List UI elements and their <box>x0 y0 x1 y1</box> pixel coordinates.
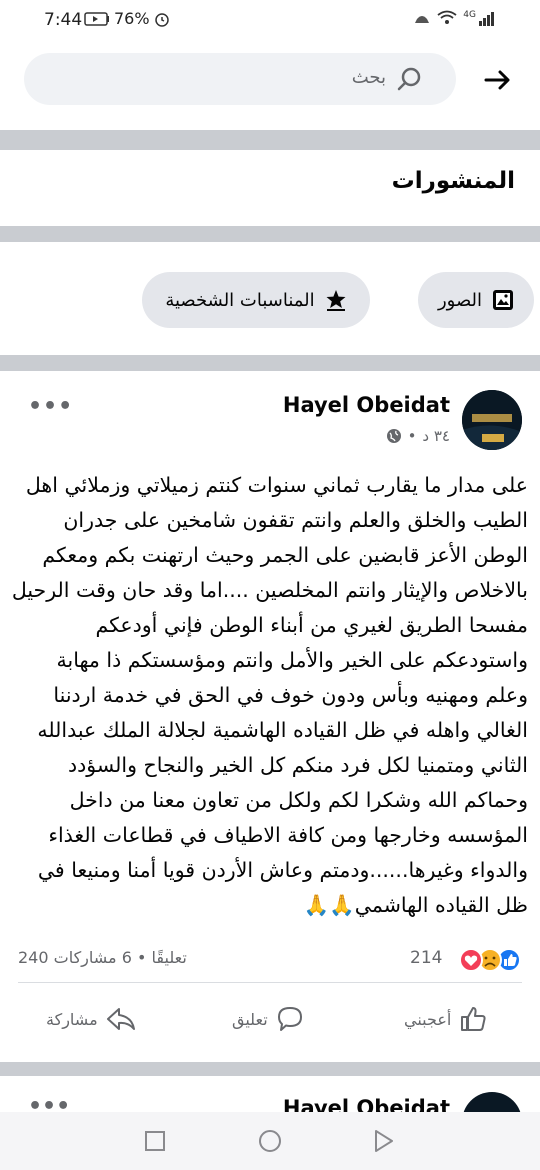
photos-chip-label: الصور <box>437 289 483 311</box>
back-arrow-icon[interactable] <box>484 68 512 92</box>
section-divider <box>0 226 540 242</box>
page-title: المنشورات <box>391 168 515 194</box>
status-bar: 7:44 76% 4G <box>0 0 540 40</box>
back-icon[interactable] <box>372 1128 396 1154</box>
author-avatar[interactable] <box>462 390 522 450</box>
status-right-icons: 4G <box>413 10 496 26</box>
status-time: 7:44 <box>44 10 83 30</box>
search-header: بحث <box>0 40 540 130</box>
signal-icon <box>479 12 494 26</box>
photos-chip[interactable]: الصور <box>418 272 534 328</box>
wifi-icon <box>437 10 457 24</box>
reaction-icons[interactable] <box>446 946 522 974</box>
section-divider <box>0 355 540 371</box>
post-actions: أعجبني تعليق مشاركة <box>0 995 540 1055</box>
search-placeholder: بحث <box>351 67 386 88</box>
photos-icon <box>493 290 514 310</box>
share-button[interactable]: مشاركة <box>46 1005 136 1033</box>
comment-label: تعليق <box>232 1009 268 1029</box>
search-icon <box>397 67 421 91</box>
alarm-icon <box>154 12 169 27</box>
section-divider <box>0 130 540 150</box>
comment-icon <box>277 1007 302 1031</box>
comment-button[interactable]: تعليق <box>232 1005 304 1033</box>
like-button[interactable]: أعجبني <box>404 1005 487 1033</box>
avatar-image <box>462 390 522 450</box>
thumbs-up-icon <box>461 1007 486 1031</box>
post-more-options-icon[interactable]: ••• <box>28 394 73 419</box>
meta-dot: • <box>407 427 417 445</box>
post-divider <box>18 982 522 983</box>
share-label: مشاركة <box>46 1009 98 1029</box>
status-left-icons: 76% <box>84 9 170 28</box>
life-events-chip-label: المناسبات الشخصية <box>165 289 315 311</box>
post-body-text: على مدار ما يقارب ثماني سنوات كنتم زميلا… <box>11 473 528 917</box>
recent-apps-icon[interactable] <box>144 1130 166 1152</box>
star-flag-icon <box>326 290 346 311</box>
network-type: 4G <box>463 10 476 20</box>
share-icon <box>106 1008 135 1030</box>
reactions-row: 240 تعليقًا • 6 مشاركات 214 <box>0 940 540 980</box>
search-input[interactable]: بحث <box>24 53 456 105</box>
life-events-chip[interactable]: المناسبات الشخصية <box>142 272 370 328</box>
post-time: ٣٤ د <box>422 427 450 445</box>
post-author-name[interactable]: Hayel Obeidat <box>283 393 450 417</box>
system-nav-bar <box>0 1112 540 1170</box>
post-meta: • ٣٤ د <box>386 427 450 445</box>
battery-saver-icon <box>84 11 109 26</box>
notification-icon <box>415 16 430 23</box>
globe-icon <box>386 429 401 443</box>
comments-shares-count[interactable]: 240 تعليقًا • 6 مشاركات <box>18 948 187 967</box>
battery-percent: 76% <box>114 9 150 28</box>
home-icon[interactable] <box>257 1128 283 1154</box>
like-label: أعجبني <box>404 1009 452 1029</box>
reactions-count[interactable]: 214 <box>410 948 442 968</box>
section-divider <box>0 1062 540 1076</box>
